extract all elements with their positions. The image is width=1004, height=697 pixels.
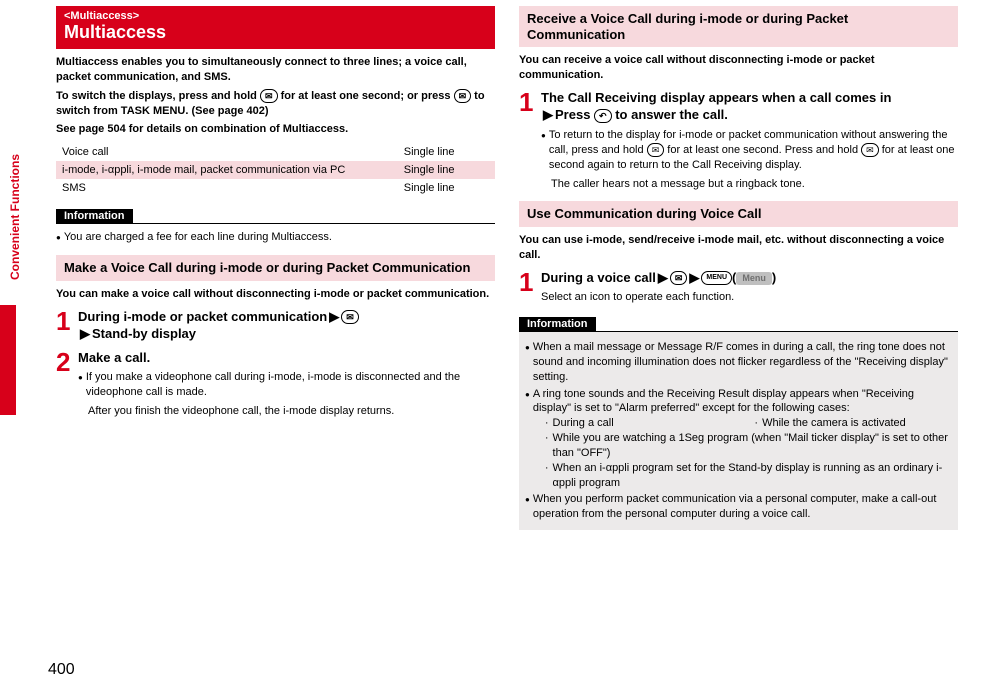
subsection-use-comm: Use Communication during Voice Call (519, 201, 958, 227)
mail-key-icon: ✉ (670, 271, 688, 285)
step-1b: 1 During a voice call▶✉▶MENU(Menu) Selec… (519, 269, 958, 305)
info-text: When a mail message or Message R/F comes… (533, 340, 952, 385)
section-header-multiaccess: <Multiaccess> Multiaccess (56, 6, 495, 49)
sub-text: While the camera is activated (762, 416, 906, 431)
subsection-intro: You can make a voice call without discon… (56, 287, 495, 302)
header-title: Multiaccess (64, 22, 487, 43)
mail-key-icon: ✉ (454, 89, 472, 103)
table-cell: Single line (363, 179, 495, 197)
subsection-make-call: Make a Voice Call during i-mode or durin… (56, 255, 495, 281)
table-cell: Single line (363, 161, 495, 179)
side-accent-box (0, 305, 16, 415)
right-column: Receive a Voice Call during i-mode or du… (511, 6, 966, 530)
step-title: During i-mode or packet communication▶✉ … (78, 308, 495, 343)
arrow-icon: ▶ (687, 270, 701, 285)
step-bullet: To return to the display for i-mode or p… (541, 128, 958, 173)
table-cell: Single line (363, 143, 495, 161)
table-cell: Voice call (56, 143, 363, 161)
subsection-receive-call: Receive a Voice Call during i-mode or du… (519, 6, 958, 47)
step-note: Select an icon to operate each function. (541, 290, 958, 305)
sub-bullet: When an i-αppli program set for the Stan… (545, 461, 952, 491)
step-note: After you finish the videophone call, th… (88, 404, 495, 419)
step-text: Press (555, 107, 594, 122)
step-text: To return to the display for i-mode or p… (549, 128, 958, 173)
header-tag: <Multiaccess> (64, 10, 487, 22)
left-column: <Multiaccess> Multiaccess Multiaccess en… (48, 6, 503, 530)
step-text: During i-mode or packet communication (78, 309, 327, 324)
step-text: to answer the call. (612, 107, 728, 122)
sub-text: While you are watching a 1Seg program (w… (553, 431, 952, 461)
sub-bullet: While the camera is activated (754, 416, 952, 431)
info-text: When you perform packet communication vi… (533, 492, 952, 522)
step-note: The caller hears not a message but a rin… (551, 177, 958, 192)
step-2: 2 Make a call. If you make a videophone … (56, 349, 495, 419)
lines-table: Voice call Single line i-mode, i-αppli, … (56, 143, 495, 197)
step-text: The Call Receiving display appears when … (541, 90, 891, 105)
step-title: The Call Receiving display appears when … (541, 89, 958, 124)
intro-line-3: See page 504 for details on combination … (56, 122, 495, 137)
table-row: Voice call Single line (56, 143, 495, 161)
table-row: SMS Single line (56, 179, 495, 197)
intro-line-1: Multiaccess enables you to simultaneousl… (56, 55, 495, 85)
step-title: Make a call. (78, 349, 495, 367)
info-bullet: When a mail message or Message R/F comes… (525, 340, 952, 385)
step-text: If you make a videophone call during i-m… (86, 370, 495, 400)
information-body: When a mail message or Message R/F comes… (519, 331, 958, 530)
step-bullet: If you make a videophone call during i-m… (78, 370, 495, 400)
step-1: 1 The Call Receiving display appears whe… (519, 89, 958, 191)
table-row: i-mode, i-αppli, i-mode mail, packet com… (56, 161, 495, 179)
mail-key-icon: ✉ (260, 89, 278, 103)
intro-text: for at least one second; or press (281, 90, 454, 102)
info-bullet: A ring tone sounds and the Receiving Res… (525, 387, 952, 491)
step-text: Stand-by display (92, 326, 196, 341)
side-tab-label: Convenient Functions (8, 154, 22, 280)
step-number: 1 (56, 308, 78, 343)
page-number: 400 (48, 661, 75, 679)
table-cell: i-mode, i-αppli, i-mode mail, packet com… (56, 161, 363, 179)
mail-key-icon: ✉ (647, 143, 665, 157)
sub-text: When an i-αppli program set for the Stan… (553, 461, 952, 491)
subsection-intro: You can receive a voice call without dis… (519, 53, 958, 83)
intro-text: To switch the displays, press and hold (56, 90, 260, 102)
info-bullet: When you perform packet communication vi… (525, 492, 952, 522)
information-label: Information (56, 209, 133, 223)
arrow-icon: ▶ (656, 270, 670, 285)
arrow-icon: ▶ (541, 107, 555, 122)
info-text-group: A ring tone sounds and the Receiving Res… (533, 387, 952, 491)
info-text: A ring tone sounds and the Receiving Res… (533, 388, 914, 415)
step-number: 2 (56, 349, 78, 419)
step-number: 1 (519, 269, 541, 305)
mail-key-icon: ✉ (341, 310, 359, 324)
step-title: During a voice call▶✉▶MENU(Menu) (541, 269, 958, 287)
t: for at least one second. Press and hold (664, 144, 861, 156)
paren: ) (772, 270, 776, 285)
step-1: 1 During i-mode or packet communication▶… (56, 308, 495, 343)
sub-text: During a call (553, 416, 614, 431)
sub-bullet: During a call (545, 416, 743, 431)
information-label: Information (519, 317, 596, 331)
mail-key-icon: ✉ (861, 143, 879, 157)
menu-pill-icon: Menu (736, 272, 772, 285)
menu-key-icon: MENU (701, 271, 732, 285)
sub-bullet: While you are watching a 1Seg program (w… (545, 431, 952, 461)
step-number: 1 (519, 89, 541, 191)
info-bullet: You are charged a fee for each line duri… (56, 230, 495, 245)
table-cell: SMS (56, 179, 363, 197)
arrow-icon: ▶ (327, 309, 341, 324)
call-key-icon: ↶ (594, 109, 612, 123)
information-body: You are charged a fee for each line duri… (56, 223, 495, 245)
subsection-intro: You can use i-mode, send/receive i-mode … (519, 233, 958, 263)
intro-line-2: To switch the displays, press and hold ✉… (56, 89, 495, 119)
arrow-icon: ▶ (78, 326, 92, 341)
step-text: During a voice call (541, 270, 656, 285)
info-text: You are charged a fee for each line duri… (64, 230, 332, 245)
